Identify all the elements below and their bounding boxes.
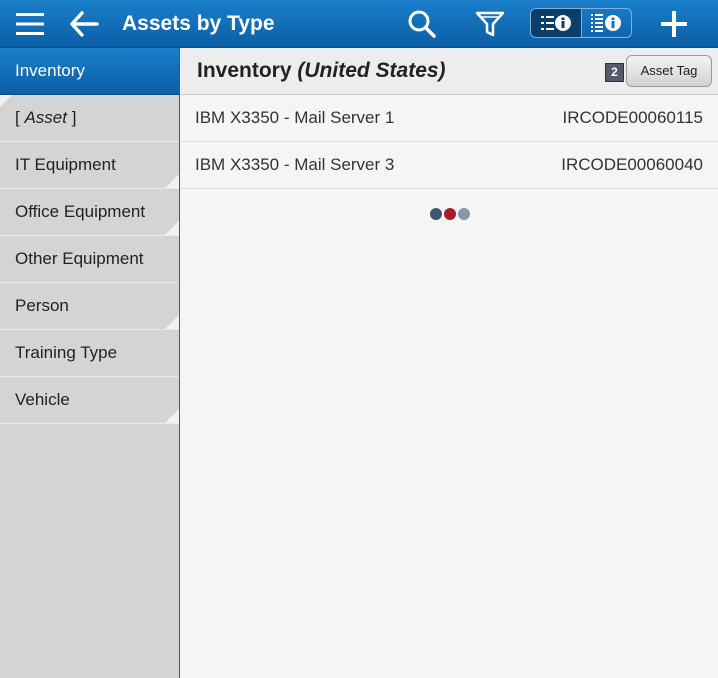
sort-asset-tag-button[interactable]: Asset Tag — [626, 55, 712, 87]
plus-icon[interactable] — [652, 0, 696, 47]
main-panel: Inventory (United States) 2 Asset Tag IB… — [180, 48, 718, 678]
sidebar-item-label: Training Type — [15, 343, 118, 362]
sidebar-item-label: Vehicle — [15, 390, 70, 409]
detail-list-info-icon[interactable] — [580, 9, 632, 37]
loading-dot — [444, 208, 456, 220]
top-bar: Assets by Type — [0, 0, 718, 48]
sidebar-item-label: IT Equipment — [15, 155, 116, 174]
corner-fold — [0, 95, 12, 107]
sidebar-item-label: Other Equipment — [15, 249, 144, 268]
list-item[interactable]: IBM X3350 - Mail Server 1 IRCODE00060115 — [180, 95, 718, 142]
count-badge: 2 — [605, 63, 624, 82]
list-subtitle: (United States) — [297, 59, 446, 82]
loading-dot — [430, 208, 442, 220]
sidebar-item-other-equipment[interactable]: Other Equipment — [0, 236, 179, 283]
corner-fold — [165, 174, 179, 188]
list-info-icon[interactable] — [531, 9, 581, 37]
list-title: Inventory (United States) — [197, 48, 446, 94]
view-mode-toggle — [530, 8, 632, 38]
sidebar-item-office-equipment[interactable]: Office Equipment — [0, 189, 179, 236]
sidebar-item-it-equipment[interactable]: IT Equipment — [0, 142, 179, 189]
sidebar-item-label: Person — [15, 296, 69, 315]
sidebar: Inventory [ Asset ] IT Equipment Office … — [0, 48, 180, 678]
item-code: IRCODE00060040 — [561, 155, 703, 174]
sidebar-item-asset[interactable]: [ Asset ] — [0, 95, 179, 142]
list-header: Inventory (United States) 2 Asset Tag — [180, 48, 718, 95]
corner-fold — [165, 409, 179, 423]
hamburger-menu-icon[interactable] — [10, 0, 50, 47]
sidebar-item-label: Office Equipment — [15, 202, 146, 221]
sidebar-item-inventory[interactable]: Inventory — [0, 48, 179, 95]
sidebar-item-training-type[interactable]: Training Type — [0, 330, 179, 377]
sidebar-item-label: Asset — [24, 108, 67, 127]
search-icon[interactable] — [402, 0, 442, 47]
back-arrow-icon[interactable] — [64, 0, 104, 47]
item-code: IRCODE00060115 — [562, 108, 704, 127]
list-title-text: Inventory — [197, 59, 292, 82]
filter-icon[interactable] — [470, 0, 510, 47]
corner-fold — [165, 315, 179, 329]
sidebar-item-person[interactable]: Person — [0, 283, 179, 330]
corner-fold — [165, 221, 179, 235]
item-name: IBM X3350 - Mail Server 1 — [195, 108, 395, 127]
loading-indicator — [430, 208, 470, 220]
sidebar-item-vehicle[interactable]: Vehicle — [0, 377, 179, 424]
loading-dot — [458, 208, 470, 220]
list-item[interactable]: IBM X3350 - Mail Server 3 IRCODE00060040 — [180, 142, 718, 189]
page-title: Assets by Type — [122, 12, 275, 35]
sidebar-item-label: Inventory — [15, 61, 85, 80]
item-name: IBM X3350 - Mail Server 3 — [195, 155, 395, 174]
bracket-close: ] — [66, 108, 77, 127]
